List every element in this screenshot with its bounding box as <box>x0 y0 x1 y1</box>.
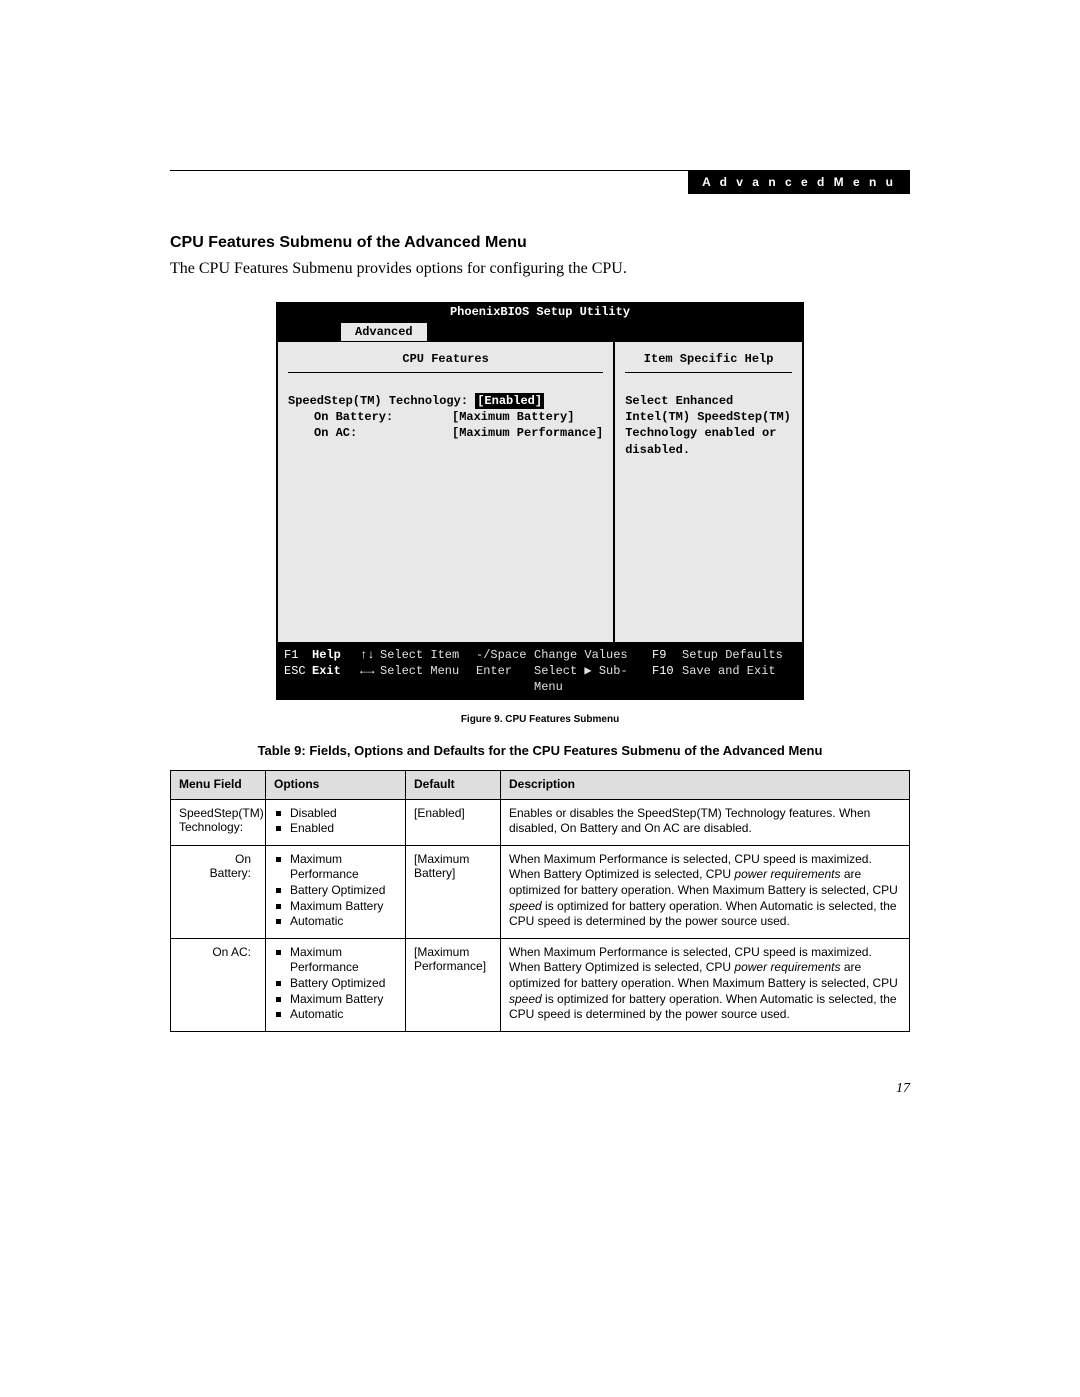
cell-default: [Enabled] <box>406 799 501 845</box>
th-description: Description <box>501 770 910 799</box>
section-title: CPU Features Submenu of the Advanced Men… <box>170 234 910 252</box>
list-item: Disabled <box>276 806 397 822</box>
bios-key-esc: ESC <box>284 663 312 695</box>
bios-help-line: Intel(TM) SpeedStep(TM) <box>625 409 792 425</box>
list-item: Maximum Battery <box>276 899 397 915</box>
th-options: Options <box>266 770 406 799</box>
bios-footer: F1 Help ↑↓ Select Item -/Space Change Va… <box>276 644 804 700</box>
list-item: Enabled <box>276 821 397 837</box>
bios-right-panel: Item Specific Help Select Enhanced Intel… <box>615 342 802 642</box>
bios-help-line: Select Enhanced <box>625 393 792 409</box>
bios-opt-onbattery-label: On Battery: <box>314 409 452 425</box>
bios-key-enter: Enter <box>476 663 534 695</box>
cell-options: Maximum PerformanceBattery OptimizedMaxi… <box>266 845 406 938</box>
cell-default: [Maximum Battery] <box>406 845 501 938</box>
bios-right-title: Item Specific Help <box>625 348 792 373</box>
list-item: Maximum Performance <box>276 852 397 883</box>
bios-opt-onbattery-value[interactable]: [Maximum Battery] <box>452 409 574 425</box>
cell-default: [Maximum Performance] <box>406 938 501 1031</box>
list-item: Battery Optimized <box>276 976 397 992</box>
bios-action-select-item: Select Item <box>380 647 476 663</box>
cell-description: When Maximum Performance is selected, CP… <box>501 938 910 1031</box>
bios-help-line: Technology enabled or <box>625 425 792 441</box>
bios-action-select-menu: Select Menu <box>380 663 476 695</box>
table-row: On Battery:Maximum PerformanceBattery Op… <box>171 845 910 938</box>
bios-opt-speedstep-value[interactable]: [Enabled] <box>475 393 544 409</box>
cell-menu-field: On Battery: <box>171 845 266 938</box>
bios-key-help: Help <box>312 647 360 663</box>
bios-key-f9: F9 <box>652 647 682 663</box>
bios-key-f10: F10 <box>652 663 682 695</box>
list-item: Battery Optimized <box>276 883 397 899</box>
options-table: Menu Field Options Default Description S… <box>170 770 910 1032</box>
th-default: Default <box>406 770 501 799</box>
arrow-updown-icon: ↑↓ <box>360 647 380 663</box>
list-item: Automatic <box>276 1007 397 1023</box>
bios-action-defaults: Setup Defaults <box>682 647 783 663</box>
table-row: SpeedStep(TM) Technology:DisabledEnabled… <box>171 799 910 845</box>
bios-key-space: -/Space <box>476 647 534 663</box>
bios-opt-onac-value[interactable]: [Maximum Performance] <box>452 425 603 441</box>
cell-menu-field: On AC: <box>171 938 266 1031</box>
cell-options: DisabledEnabled <box>266 799 406 845</box>
bios-key-exit: Exit <box>312 663 360 695</box>
bios-title: PhoenixBIOS Setup Utility <box>276 302 804 322</box>
bios-screenshot: PhoenixBIOS Setup Utility Advanced CPU F… <box>276 302 804 700</box>
bios-help-line: disabled. <box>625 442 792 458</box>
bios-action-submenu: Select ▶ Sub-Menu <box>534 663 652 695</box>
page-number: 17 <box>896 1081 910 1097</box>
cell-menu-field: SpeedStep(TM) Technology: <box>171 799 266 845</box>
list-item: Maximum Battery <box>276 992 397 1008</box>
th-menu-field: Menu Field <box>171 770 266 799</box>
breadcrumb: A d v a n c e d M e n u <box>688 171 910 194</box>
bios-action-save: Save and Exit <box>682 663 776 695</box>
figure-caption: Figure 9. CPU Features Submenu <box>170 714 910 725</box>
list-item: Maximum Performance <box>276 945 397 976</box>
cell-options: Maximum PerformanceBattery OptimizedMaxi… <box>266 938 406 1031</box>
table-caption: Table 9: Fields, Options and Defaults fo… <box>170 743 910 758</box>
bios-menu-bar: Advanced <box>276 322 804 342</box>
bios-opt-onac-label: On AC: <box>314 425 452 441</box>
bios-tab-advanced[interactable]: Advanced <box>340 322 428 342</box>
list-item: Automatic <box>276 914 397 930</box>
bios-action-change: Change Values <box>534 647 652 663</box>
bios-opt-speedstep-label: SpeedStep(TM) Technology: <box>288 393 468 409</box>
arrow-leftright-icon: ←→ <box>360 663 380 695</box>
section-intro: The CPU Features Submenu provides option… <box>170 260 910 278</box>
cell-description: When Maximum Performance is selected, CP… <box>501 845 910 938</box>
bios-help-text: Select Enhanced Intel(TM) SpeedStep(TM) … <box>625 373 792 458</box>
cell-description: Enables or disables the SpeedStep(TM) Te… <box>501 799 910 845</box>
bios-key-f1: F1 <box>284 647 312 663</box>
table-row: On AC:Maximum PerformanceBattery Optimiz… <box>171 938 910 1031</box>
bios-left-panel: CPU Features SpeedStep(TM) Technology: [… <box>278 342 615 642</box>
bios-left-title: CPU Features <box>288 348 603 373</box>
